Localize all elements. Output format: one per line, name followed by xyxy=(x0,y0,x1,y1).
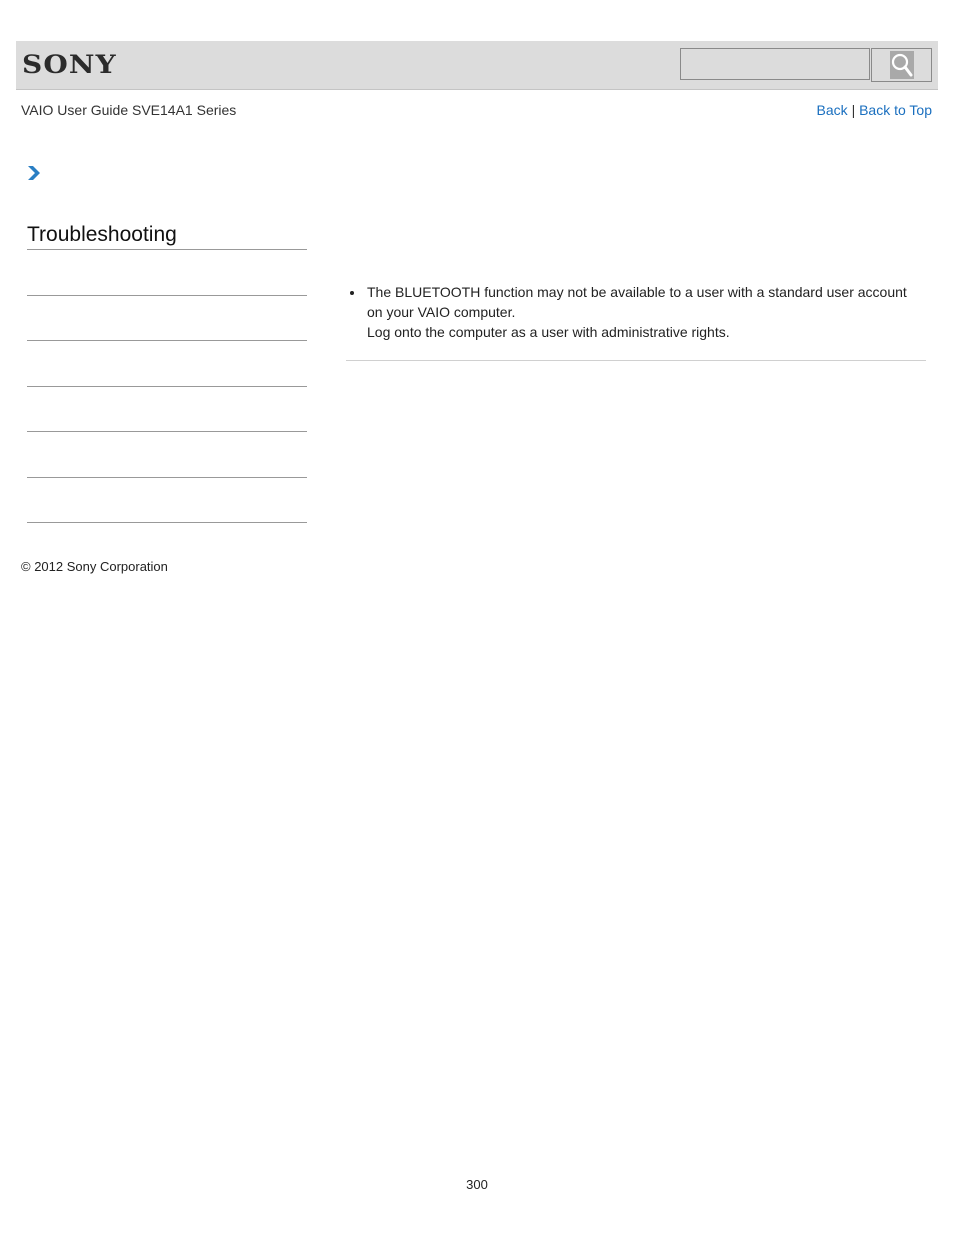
bullet-text-line: Log onto the computer as a user with adm… xyxy=(367,324,730,340)
bullet-text-line: The BLUETOOTH function may not be availa… xyxy=(367,284,907,320)
magnifier-icon xyxy=(889,51,914,79)
back-to-top-link[interactable]: Back to Top xyxy=(859,102,932,118)
section-title[interactable]: Troubleshooting xyxy=(27,223,307,250)
sidebar-divider xyxy=(27,340,307,341)
breadcrumb[interactable] xyxy=(27,165,41,186)
sidebar-divider xyxy=(27,522,307,523)
content-divider xyxy=(346,360,926,361)
nav-separator: | xyxy=(851,102,856,118)
chevron-right-icon xyxy=(28,166,40,180)
page-number: 300 xyxy=(466,1177,488,1192)
list-item: The BLUETOOTH function may not be availa… xyxy=(346,282,926,342)
sidebar-divider xyxy=(27,477,307,478)
sidebar-divider xyxy=(27,386,307,387)
search-input[interactable] xyxy=(680,48,870,80)
guide-title: VAIO User Guide SVE14A1 Series xyxy=(21,102,237,118)
search-button[interactable] xyxy=(871,48,932,82)
bullet-icon xyxy=(350,291,354,295)
sidebar-divider xyxy=(27,295,307,296)
main-content: The BLUETOOTH function may not be availa… xyxy=(346,282,926,342)
sony-logo: SONY xyxy=(22,50,117,79)
copyright: © 2012 Sony Corporation xyxy=(21,559,168,574)
nav-links: Back | Back to Top xyxy=(817,102,932,118)
back-link[interactable]: Back xyxy=(817,102,848,118)
header-bar: SONY xyxy=(16,41,938,90)
sidebar-divider xyxy=(27,431,307,432)
